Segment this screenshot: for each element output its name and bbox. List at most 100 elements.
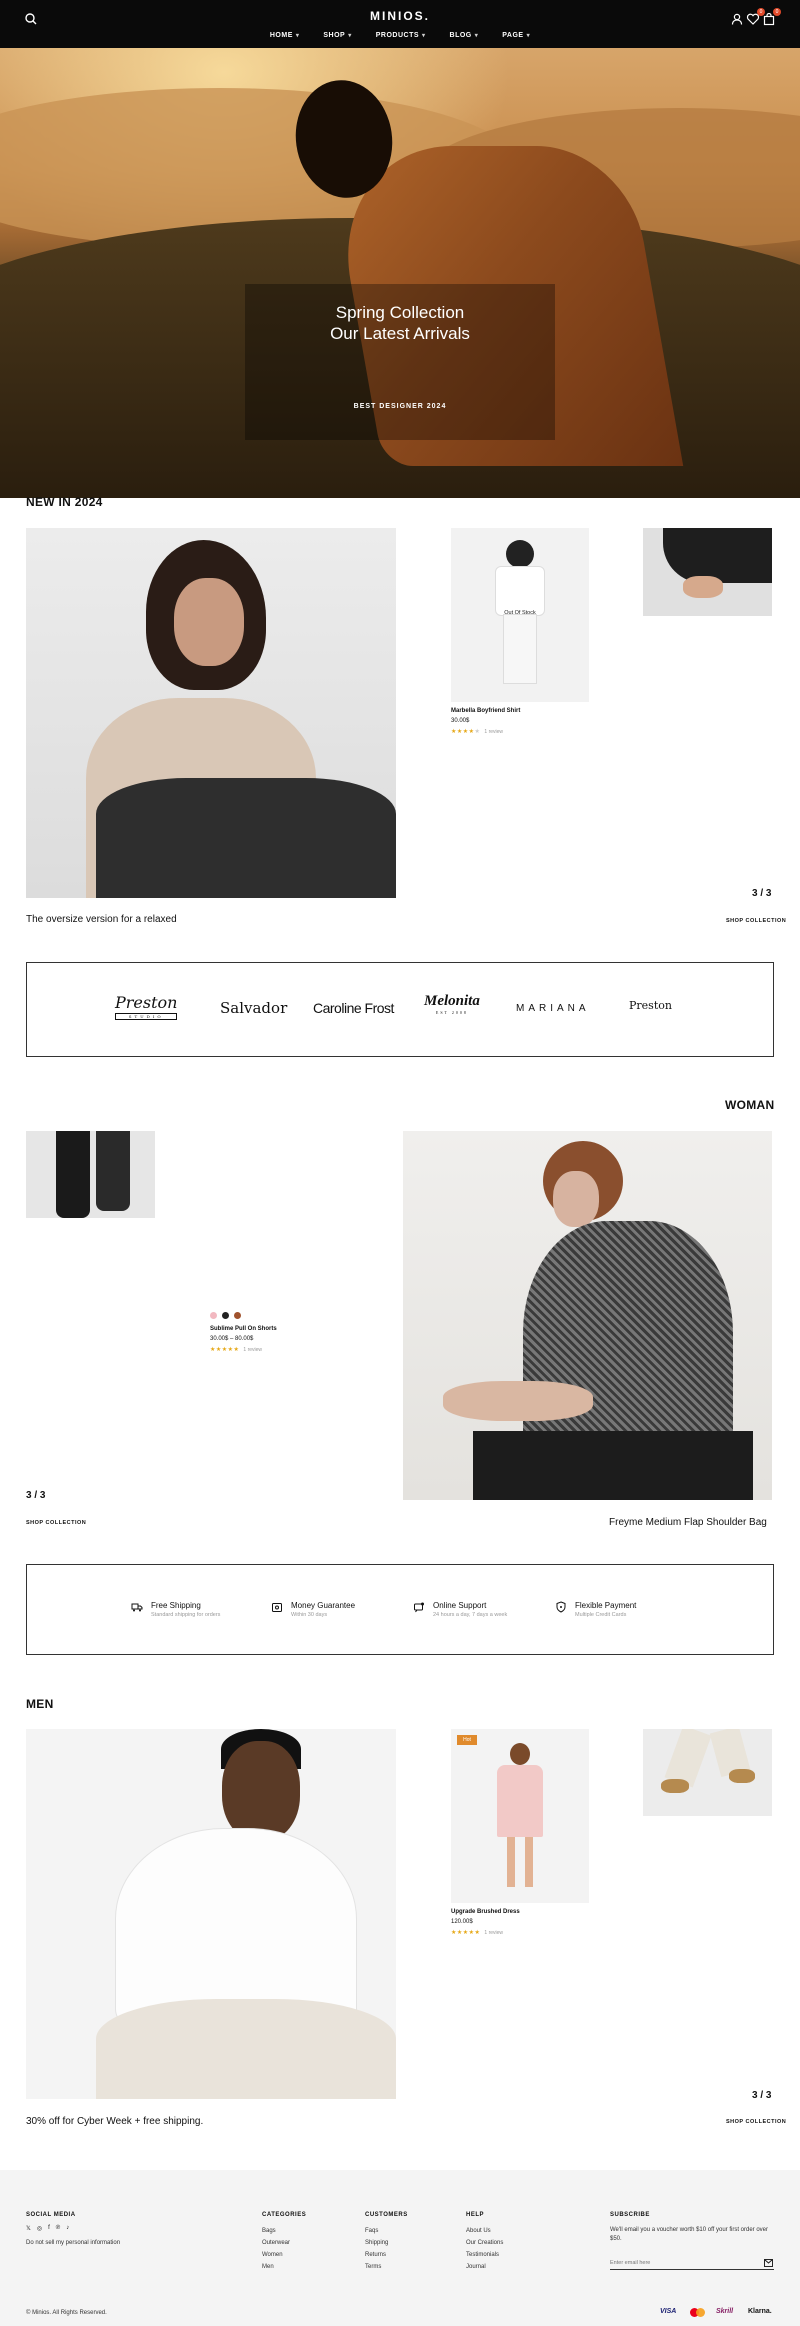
slider-counter: 3 / 3 [752,888,772,899]
subscribe-email-input[interactable] [610,2256,774,2270]
foot-shape [683,576,723,598]
tiktok-icon[interactable]: ♪ [66,2225,69,2232]
leg-shape [525,1837,533,1887]
brand-logo-melonita[interactable]: Melonita EST 2008 [424,993,480,1015]
detail-image-legs[interactable] [643,528,772,616]
mastercard-logo [690,2308,706,2317]
pinterest-icon[interactable]: ℗ [56,2225,60,2232]
color-swatch-pink[interactable] [210,1312,217,1319]
brand-sub: STUDIO [115,1013,178,1020]
product-image-brushed-dress[interactable]: Hot [451,1729,589,1903]
collection-caption: Freyme Medium Flap Shoulder Bag [609,1517,767,1528]
brand-logo-mariana[interactable]: MARIANA [516,1003,590,1014]
footer-link[interactable]: Returns [365,2252,386,2258]
nav-label: HOME [269,32,293,39]
chevron-down-icon: ▾ [348,33,352,39]
review-count: 1 review [243,1347,263,1353]
brand-sub: EST 2008 [435,1010,468,1015]
shop-collection-link[interactable]: SHOP COLLECTION [726,2119,786,2125]
product-image-marbella[interactable]: Out Of Stock [451,528,589,702]
footer-link[interactable]: About Us [466,2228,491,2234]
detail-image-sneakers[interactable] [643,1729,772,1816]
leg-shape [507,1837,515,1887]
privacy-link[interactable]: Do not sell my personal information [26,2240,120,2246]
nav-label: SHOP [323,32,346,39]
section-title-men: MEN [26,1697,54,1711]
envelope-icon[interactable] [764,2259,773,2267]
facebook-icon[interactable]: f [48,2225,50,2232]
user-icon[interactable] [730,12,744,26]
truck-icon [131,1603,143,1612]
lookbook-image-woman-coat[interactable] [403,1131,772,1500]
footer-link[interactable]: Journal [466,2264,486,2270]
footer-link[interactable]: Bags [262,2228,276,2234]
feature-title: Flexible Payment [575,1601,637,1610]
nav-item-home[interactable]: HOME ▾ [270,32,300,39]
instagram-icon[interactable]: ◎ [37,2225,42,2232]
shield-icon [556,1601,566,1613]
chevron-down-icon: ▾ [295,33,300,39]
site-footer: SOCIAL MEDIA 𝕏 ◎ f ℗ ♪ Do not sell my pe… [0,2170,800,2326]
nav-label: BLOG [449,32,472,39]
boot-shape [56,1131,90,1218]
main-nav: HOME ▾ SHOP ▾ PRODUCTS ▾ BLOG ▾ PAGE ▾ [0,32,800,39]
shop-collection-link[interactable]: SHOP COLLECTION [726,918,786,924]
footer-link[interactable]: Outerwear [262,2240,290,2246]
nav-label: PAGE [502,32,524,39]
wishlist-button[interactable]: 0 [746,8,765,26]
footer-link[interactable]: Shipping [365,2240,388,2246]
footer-heading-help: HELP [466,2212,485,2218]
hero-subtitle[interactable]: BEST DESIGNER 2024 [0,403,800,410]
mastercard-circle [696,2308,705,2317]
collection-caption: 30% off for Cyber Week + free shipping. [26,2116,204,2127]
product-name[interactable]: Marbella Boyfriend Shirt [451,708,520,714]
chevron-down-icon: ▾ [526,33,531,39]
pants-garment [96,1999,396,2099]
product-name[interactable]: Sublime Pull On Shorts [210,1326,277,1332]
lookbook-image-woman-beige[interactable] [26,528,396,898]
footer-link[interactable]: Terms [365,2264,381,2270]
footer-link[interactable]: Our Creations [466,2240,503,2246]
klarna-logo: Klarna. [748,2308,772,2315]
nav-item-products[interactable]: PRODUCTS ▾ [376,32,426,39]
footer-link[interactable]: Women [262,2252,283,2258]
brand-name: Preston [115,993,178,1012]
section-title-woman: WOMAN [725,1098,775,1112]
support-icon [414,1602,424,1613]
model-head [510,1743,530,1765]
shirt-garment [495,566,545,616]
brand-logo-preston[interactable]: Preston STUDIO [115,993,178,1020]
subscribe-text: We'll email you a voucher worth $10 off … [610,2227,768,2242]
site-logo[interactable]: MINIOS. [0,9,800,23]
product-price: 120.00$ [451,1919,473,1925]
product-rating: ★★★★★ 1 review [451,1930,504,1936]
footer-heading-subscribe: SUBSCRIBE [610,2212,650,2218]
detail-image-boots[interactable] [26,1131,155,1218]
face-shape [222,1741,300,1841]
color-swatch-black[interactable] [222,1312,229,1319]
shop-collection-link[interactable]: SHOP COLLECTION [26,1520,86,1526]
brand-logo-strip: Preston STUDIO Salvador Caroline Frost M… [26,962,774,1057]
brand-logo-preston-script[interactable]: Preston [629,999,672,1012]
hero-title-line: Our Latest Arrivals [330,324,470,343]
nav-item-shop[interactable]: SHOP ▾ [323,32,351,39]
lookbook-image-man-white[interactable] [26,1729,396,2099]
sneaker-shape [729,1769,755,1783]
footer-link[interactable]: Faqs [365,2228,378,2234]
pants-garment [96,778,396,898]
product-name[interactable]: Upgrade Brushed Dress [451,1909,520,1915]
review-count: 1 review [484,729,504,735]
hero-banner[interactable]: Spring Collection Our Latest Arrivals BE… [0,48,800,498]
x-icon[interactable]: 𝕏 [26,2225,31,2232]
site-header: MINIOS. HOME ▾ SHOP ▾ PRODUCTS ▾ BLOG ▾ PAGE… [0,0,800,48]
money-icon [272,1603,282,1612]
product-rating: ★★★★★ 1 review [451,729,504,735]
color-swatch-brown[interactable] [234,1312,241,1319]
footer-link[interactable]: Testimonials [466,2252,499,2258]
brand-logo-salvador[interactable]: Salvador [220,999,287,1017]
brand-logo-caroline-frost[interactable]: Caroline Frost [313,1000,394,1016]
footer-link[interactable]: Men [262,2264,274,2270]
cart-button[interactable]: 0 [762,8,781,26]
nav-item-blog[interactable]: BLOG ▾ [450,32,479,39]
nav-item-page[interactable]: PAGE ▾ [502,32,530,39]
